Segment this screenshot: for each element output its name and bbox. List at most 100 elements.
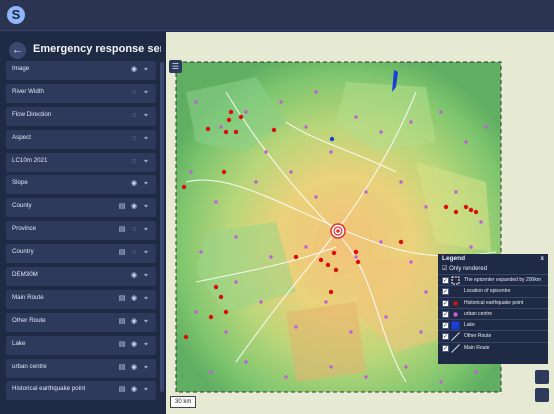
earthquake-point xyxy=(205,126,211,132)
eye-icon[interactable]: ◉ xyxy=(130,295,138,303)
layer-item[interactable]: Image ◉ ⌖ xyxy=(6,61,156,80)
earthquake-point xyxy=(355,259,361,265)
layer-item[interactable]: Aspect ◌ ⌖ xyxy=(6,129,156,149)
layer-label: DEM30M xyxy=(12,271,38,279)
eye-off-icon[interactable]: ◌ xyxy=(130,135,138,143)
table-icon[interactable]: ▤ xyxy=(118,295,126,303)
legend-close-button[interactable]: x xyxy=(541,254,544,264)
earthquake-point xyxy=(473,209,479,215)
app-logo-icon[interactable]: S xyxy=(7,6,25,24)
layer-item[interactable]: Other Route ▤ ◉ ⌖ xyxy=(6,312,156,332)
earthquake-point xyxy=(353,249,359,255)
eye-off-icon[interactable]: ◌ xyxy=(130,226,138,234)
legend-item[interactable]: Location of epicentre xyxy=(438,285,548,299)
legend-checkbox-icon[interactable] xyxy=(442,344,449,355)
eye-off-icon[interactable]: ◌ xyxy=(130,112,138,120)
pin-icon[interactable]: ⌖ xyxy=(142,318,150,326)
epicenter-marker[interactable] xyxy=(330,223,346,239)
table-icon[interactable]: ▤ xyxy=(118,386,126,394)
urban-centre-point xyxy=(379,130,383,134)
table-icon[interactable]: ▤ xyxy=(118,226,126,234)
layer-item[interactable]: Country ▤ ◌ ⌖ xyxy=(6,244,156,264)
pin-icon[interactable]: ⌖ xyxy=(142,249,150,257)
layer-item[interactable]: Lake ▤ ◉ ⌖ xyxy=(6,335,156,355)
legend-item[interactable]: Main Route xyxy=(438,341,548,355)
eye-icon[interactable]: ◉ xyxy=(130,272,138,280)
pin-icon[interactable]: ⌖ xyxy=(142,364,150,372)
legend-item[interactable]: urban centre xyxy=(438,307,548,321)
legend-checkbox-icon[interactable] xyxy=(442,310,449,321)
eye-off-icon[interactable]: ◌ xyxy=(130,158,138,166)
table-icon[interactable]: ▤ xyxy=(118,249,126,257)
urban-centre-point xyxy=(269,255,273,259)
table-icon[interactable]: ▤ xyxy=(118,341,126,349)
eye-icon[interactable]: ◉ xyxy=(130,341,138,349)
pin-icon[interactable]: ⌖ xyxy=(142,158,150,166)
legend-symbol-purple-dot-icon xyxy=(453,312,458,317)
table-icon[interactable]: ▤ xyxy=(118,318,126,326)
layer-label: Lake xyxy=(12,339,26,347)
urban-centre-point xyxy=(354,255,358,259)
legend-rows: The epicenter expanded by 200kmLocation … xyxy=(438,274,548,355)
layer-actions: ◌ ⌖ xyxy=(130,89,150,98)
pin-icon[interactable]: ⌖ xyxy=(142,112,150,120)
pin-icon[interactable]: ⌖ xyxy=(142,295,150,303)
legend-checkbox-icon[interactable] xyxy=(442,276,449,287)
pin-icon[interactable]: ⌖ xyxy=(142,203,150,211)
layer-item[interactable]: Main Route ▤ ◉ ⌖ xyxy=(6,289,156,309)
legend-checkbox-icon[interactable] xyxy=(442,299,449,310)
layer-item[interactable]: urban centre ▤ ◉ ⌖ xyxy=(6,358,156,378)
layer-item[interactable]: River Width ◌ ⌖ xyxy=(6,83,156,103)
eye-icon[interactable]: ◉ xyxy=(130,364,138,372)
eye-icon[interactable]: ◉ xyxy=(130,318,138,326)
pin-icon[interactable]: ⌖ xyxy=(142,135,150,143)
earthquake-point xyxy=(226,117,232,123)
eye-off-icon[interactable]: ◌ xyxy=(130,249,138,257)
pin-icon[interactable]: ⌖ xyxy=(142,341,150,349)
layer-item[interactable]: Slope ◉ ⌖ xyxy=(6,175,156,195)
eye-icon[interactable]: ◉ xyxy=(130,66,138,74)
layer-menu-button[interactable]: ☰ xyxy=(169,60,182,73)
legend-header: Legend x xyxy=(438,254,548,264)
only-rendered-checkbox-icon[interactable]: ☑ xyxy=(442,266,447,272)
layer-item[interactable]: County ▤ ◉ ⌖ xyxy=(6,198,156,218)
eye-icon[interactable]: ◉ xyxy=(130,386,138,394)
pin-icon[interactable]: ⌖ xyxy=(142,272,150,280)
legend-item[interactable]: Lake xyxy=(438,319,548,332)
pin-icon[interactable]: ⌖ xyxy=(142,66,150,74)
sidebar-scrollbar[interactable] xyxy=(160,62,164,392)
earthquake-point xyxy=(181,184,187,190)
legend-item[interactable]: The epicenter expanded by 200km xyxy=(438,274,548,287)
urban-centre-point xyxy=(284,375,288,379)
layer-item[interactable]: LC10m 2021 ◌ ⌖ xyxy=(6,152,156,172)
pin-icon[interactable]: ⌖ xyxy=(142,226,150,234)
eye-off-icon[interactable]: ◌ xyxy=(130,89,138,97)
map-tool-button-2[interactable] xyxy=(535,388,549,402)
table-icon[interactable]: ▤ xyxy=(118,203,126,211)
legend-checkbox-icon[interactable] xyxy=(442,321,449,332)
pin-icon[interactable]: ⌖ xyxy=(142,386,150,394)
eye-icon[interactable]: ◉ xyxy=(130,180,138,188)
map-tool-button-1[interactable] xyxy=(535,370,549,384)
pin-icon[interactable]: ⌖ xyxy=(142,89,150,97)
layer-item[interactable]: Historical earthquake point ▤ ◉ ⌖ xyxy=(6,381,156,401)
urban-centre-point xyxy=(304,245,308,249)
layer-item[interactable]: Flow Direction ◌ ⌖ xyxy=(6,106,156,126)
layer-item[interactable]: DEM30M ◉ ⌖ xyxy=(6,267,156,287)
urban-centre-point xyxy=(209,370,213,374)
legend-checkbox-icon[interactable] xyxy=(442,287,449,299)
back-button[interactable]: ← xyxy=(9,42,26,59)
pin-icon[interactable]: ⌖ xyxy=(142,180,150,188)
legend-item[interactable]: Other Route xyxy=(438,330,548,344)
legend-checkbox-icon[interactable] xyxy=(442,332,449,344)
urban-centre-point xyxy=(259,300,263,304)
legend-item[interactable]: Historical earthquake point xyxy=(438,296,548,310)
urban-centre-point xyxy=(314,90,318,94)
only-rendered-toggle[interactable]: ☑ Only rendered xyxy=(438,264,548,274)
legend-panel: Legend x ☑ Only rendered The epicenter e… xyxy=(438,254,548,364)
eye-icon[interactable]: ◉ xyxy=(130,203,138,211)
urban-centre-point xyxy=(479,220,483,224)
layer-item[interactable]: Province ▤ ◌ ⌖ xyxy=(6,221,156,241)
urban-centre-point xyxy=(354,115,358,119)
table-icon[interactable]: ▤ xyxy=(118,364,126,372)
